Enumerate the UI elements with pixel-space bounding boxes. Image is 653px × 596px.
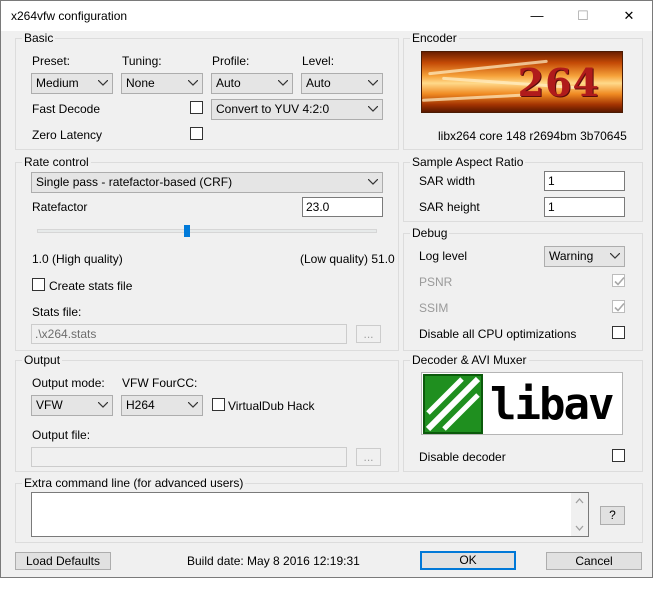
config-window: x264vfw configuration — ☐ ✕ Basic Preset… bbox=[0, 0, 653, 578]
vdub-hack-label: VirtualDub Hack bbox=[228, 399, 315, 413]
output-mode-dropdown[interactable]: VFW bbox=[31, 395, 113, 416]
preset-value: Medium bbox=[36, 76, 79, 90]
output-mode-value: VFW bbox=[36, 398, 63, 412]
colorspace-value: Convert to YUV 4:2:0 bbox=[216, 102, 330, 116]
window-title: x264vfw configuration bbox=[11, 9, 128, 23]
colorspace-dropdown[interactable]: Convert to YUV 4:2:0 bbox=[211, 99, 383, 120]
output-file-input[interactable] bbox=[31, 447, 347, 467]
libav-mark-icon bbox=[423, 374, 483, 434]
chevron-down-icon bbox=[97, 396, 109, 415]
log-level-dropdown[interactable]: Warning bbox=[544, 246, 625, 267]
ratefactor-label: Ratefactor bbox=[32, 200, 88, 214]
encoder-version: libx264 core 148 r2694bm 3b70645 bbox=[438, 129, 627, 143]
cancel-button[interactable]: Cancel bbox=[546, 552, 642, 570]
fourcc-label: VFW FourCC: bbox=[122, 376, 198, 390]
help-button[interactable]: ? bbox=[600, 506, 625, 525]
profile-label: Profile: bbox=[212, 54, 250, 68]
sar-height-label: SAR height bbox=[419, 200, 480, 214]
ssim-checkbox[interactable] bbox=[612, 300, 625, 313]
rate-control-mode-dropdown[interactable]: Single pass - ratefactor-based (CRF) bbox=[31, 172, 383, 193]
output-legend: Output bbox=[22, 353, 63, 367]
stats-file-browse-button[interactable]: ... bbox=[356, 325, 381, 343]
ratefactor-min-label: 1.0 (High quality) bbox=[32, 252, 123, 266]
disable-cpu-label: Disable all CPU optimizations bbox=[419, 327, 577, 341]
sar-width-label: SAR width bbox=[419, 174, 476, 188]
fourcc-dropdown[interactable]: H264 bbox=[121, 395, 203, 416]
disable-decoder-checkbox[interactable] bbox=[612, 449, 625, 462]
ratefactor-max-label: (Low quality) 51.0 bbox=[300, 252, 395, 266]
tuning-dropdown[interactable]: None bbox=[121, 73, 203, 94]
profile-dropdown[interactable]: Auto bbox=[211, 73, 293, 94]
preset-dropdown[interactable]: Medium bbox=[31, 73, 113, 94]
scroll-down-icon[interactable] bbox=[571, 523, 588, 533]
chevron-down-icon bbox=[367, 173, 379, 192]
minimize-button[interactable]: — bbox=[514, 1, 560, 31]
scroll-up-icon[interactable] bbox=[571, 496, 588, 506]
fast-decode-checkbox[interactable] bbox=[190, 101, 203, 114]
stats-file-label: Stats file: bbox=[32, 305, 82, 319]
level-dropdown[interactable]: Auto bbox=[301, 73, 383, 94]
checkmark-icon bbox=[614, 302, 625, 312]
output-file-label: Output file: bbox=[32, 428, 91, 442]
build-date: Build date: May 8 2016 12:19:31 bbox=[187, 554, 360, 568]
tuning-label: Tuning: bbox=[122, 54, 162, 68]
encoder-legend: Encoder bbox=[410, 31, 459, 45]
maximize-button[interactable]: ☐ bbox=[560, 1, 606, 31]
extra-cmdline-scrollbar[interactable] bbox=[571, 493, 588, 536]
debug-legend: Debug bbox=[410, 226, 450, 240]
disable-decoder-label: Disable decoder bbox=[419, 450, 506, 464]
sar-legend: Sample Aspect Ratio bbox=[410, 155, 526, 169]
stats-file-input[interactable]: .\x264.stats bbox=[31, 324, 347, 344]
chevron-down-icon bbox=[277, 74, 289, 93]
decoder-legend: Decoder & AVI Muxer bbox=[410, 353, 529, 367]
x264-logo-text: 264 bbox=[517, 60, 600, 105]
output-file-browse-button[interactable]: ... bbox=[356, 448, 381, 466]
title-bar: x264vfw configuration — ☐ ✕ bbox=[1, 1, 652, 31]
log-level-value: Warning bbox=[549, 249, 594, 263]
ok-button[interactable]: OK bbox=[420, 551, 516, 570]
chevron-down-icon bbox=[609, 247, 621, 266]
sar-width-input[interactable]: 1 bbox=[544, 171, 625, 191]
chevron-down-icon bbox=[367, 100, 379, 119]
tuning-value: None bbox=[126, 76, 155, 90]
chevron-down-icon bbox=[367, 74, 379, 93]
zero-latency-checkbox[interactable] bbox=[190, 127, 203, 140]
output-mode-label: Output mode: bbox=[32, 376, 105, 390]
psnr-checkbox[interactable] bbox=[612, 274, 625, 287]
fast-decode-label: Fast Decode bbox=[32, 102, 101, 116]
level-value: Auto bbox=[306, 76, 331, 90]
preset-label: Preset: bbox=[32, 54, 71, 68]
ratefactor-input[interactable]: 23.0 bbox=[302, 197, 383, 217]
create-stats-checkbox[interactable] bbox=[32, 278, 45, 291]
profile-value: Auto bbox=[216, 76, 241, 90]
basic-legend: Basic bbox=[22, 31, 56, 45]
libav-logo-text: libav bbox=[490, 379, 614, 430]
chevron-down-icon bbox=[187, 396, 199, 415]
ssim-label: SSIM bbox=[419, 301, 449, 315]
x264-logo: 264 bbox=[421, 51, 623, 113]
ratefactor-slider-thumb[interactable] bbox=[184, 225, 190, 237]
extra-cmdline-input[interactable] bbox=[31, 492, 589, 537]
load-defaults-button[interactable]: Load Defaults bbox=[15, 552, 111, 570]
zero-latency-label: Zero Latency bbox=[32, 128, 103, 142]
rate-control-legend: Rate control bbox=[22, 155, 91, 169]
rate-control-mode-value: Single pass - ratefactor-based (CRF) bbox=[36, 175, 233, 189]
vdub-hack-checkbox[interactable] bbox=[212, 398, 225, 411]
extra-cmdline-legend: Extra command line (for advanced users) bbox=[22, 476, 246, 490]
psnr-label: PSNR bbox=[419, 275, 453, 289]
checkmark-icon bbox=[614, 276, 625, 286]
libav-logo: libav bbox=[421, 372, 623, 435]
sar-height-input[interactable]: 1 bbox=[544, 197, 625, 217]
chevron-down-icon bbox=[97, 74, 109, 93]
close-button[interactable]: ✕ bbox=[606, 1, 652, 31]
disable-cpu-checkbox[interactable] bbox=[612, 326, 625, 339]
level-label: Level: bbox=[302, 54, 335, 68]
chevron-down-icon bbox=[187, 74, 199, 93]
ratefactor-slider-track[interactable] bbox=[37, 229, 377, 233]
create-stats-label: Create stats file bbox=[49, 279, 133, 293]
log-level-label: Log level bbox=[419, 249, 468, 263]
fourcc-value: H264 bbox=[126, 398, 155, 412]
